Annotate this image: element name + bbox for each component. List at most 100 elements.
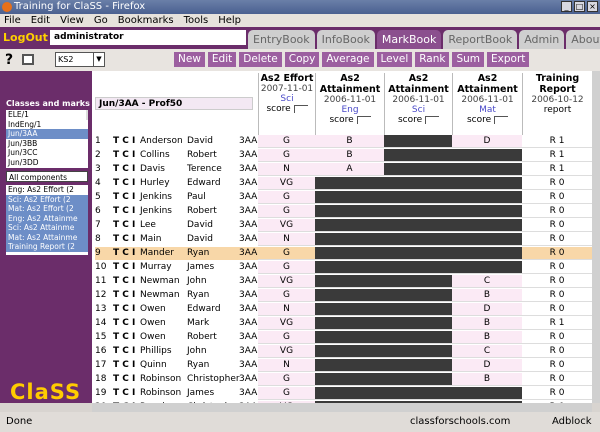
mark-cell-effort[interactable]: VG — [258, 219, 315, 232]
row-tci[interactable]: T C I — [113, 303, 135, 316]
mark-cell-sci[interactable] — [384, 163, 452, 176]
mark-cell-eng[interactable] — [315, 331, 384, 344]
mark-cell-report[interactable]: R 0 — [522, 177, 592, 190]
column-header[interactable]: As2 Attainment 2006-11-01 Eng score — [315, 73, 384, 135]
mark-cell-report[interactable]: R 0 — [522, 261, 592, 274]
row-tci[interactable]: T C I — [113, 289, 135, 302]
mark-cell-eng[interactable] — [315, 233, 384, 246]
mark-cell-eng[interactable] — [315, 191, 384, 204]
table-row[interactable]: 8 T C I Main David 3AA N R 0 — [95, 233, 592, 246]
mark-cell-effort[interactable]: N — [258, 163, 315, 176]
mark-cell-report[interactable]: R 1 — [522, 135, 592, 148]
row-tci[interactable]: T C I — [113, 219, 135, 232]
table-row[interactable]: 6 T C I Jenkins Robert 3AA G R 0 — [95, 205, 592, 218]
tab-admin[interactable]: Admin — [519, 30, 565, 49]
mark-cell-sci[interactable] — [384, 289, 452, 302]
row-surname[interactable]: Jenkins — [140, 191, 172, 204]
maximize-icon[interactable]: □ — [574, 1, 585, 12]
mark-cell-mat[interactable]: C — [452, 345, 522, 358]
row-surname[interactable]: Anderson — [140, 135, 183, 148]
mark-cell-eng[interactable]: B — [315, 149, 384, 162]
mark-cell-report[interactable]: R 0 — [522, 387, 592, 400]
help-icon[interactable]: ? — [5, 52, 13, 68]
components-select[interactable]: All components — [6, 171, 88, 182]
row-forename[interactable]: David — [187, 233, 213, 246]
mark-cell-eng[interactable] — [315, 219, 384, 232]
mark-cell-mat[interactable]: B — [452, 373, 522, 386]
mark-cell-mat[interactable]: D — [452, 359, 522, 372]
row-surname[interactable]: Jenkins — [140, 205, 172, 218]
mark-cell-sci[interactable] — [384, 219, 452, 232]
marks-list-item[interactable]: Sci: As2 Attainme — [6, 223, 88, 233]
mark-cell-eng[interactable] — [315, 289, 384, 302]
mark-cell-effort[interactable]: G — [258, 289, 315, 302]
class-list-scrollbar[interactable] — [86, 110, 88, 120]
menu-item-edit[interactable]: Edit — [31, 14, 50, 27]
export-button[interactable]: Export — [487, 52, 530, 67]
mark-cell-sci[interactable] — [384, 177, 452, 190]
class-list-item[interactable]: Jun/3BB — [6, 139, 88, 149]
row-surname[interactable]: Owen — [140, 303, 166, 316]
tab-reportbook[interactable]: ReportBook — [443, 30, 518, 49]
mark-cell-sci[interactable] — [384, 373, 452, 386]
mark-cell-mat[interactable] — [452, 219, 522, 232]
mark-cell-report[interactable]: R 0 — [522, 345, 592, 358]
row-tci[interactable]: T C I — [113, 317, 135, 330]
row-tci[interactable]: T C I — [113, 331, 135, 344]
table-row[interactable]: 17 T C I Quinn Ryan 3AA N D R 0 — [95, 359, 592, 372]
table-row[interactable]: 4 T C I Hurley Edward 3AA VG R 0 — [95, 177, 592, 190]
marks-list-item[interactable]: Sci: As2 Effort (2 — [6, 194, 88, 204]
vertical-scrollbar[interactable] — [592, 71, 600, 403]
row-tci[interactable]: T C I — [113, 387, 135, 400]
mark-cell-report[interactable]: R 0 — [522, 233, 592, 246]
class-list-item[interactable]: Jun/3AA — [6, 129, 88, 139]
adblock-label[interactable]: Adblock — [552, 412, 592, 432]
mark-cell-mat[interactable]: B — [452, 317, 522, 330]
mark-cell-eng[interactable] — [315, 387, 384, 400]
marks-list[interactable]: Eng: As2 Effort (2 Sci: As2 Effort (2 Mat:… — [6, 185, 88, 255]
mark-cell-sci[interactable] — [384, 303, 452, 316]
mark-cell-sci[interactable] — [384, 205, 452, 218]
column-header[interactable]: As2 Effort 2007-11-01 Sci score — [258, 73, 315, 135]
mark-cell-effort[interactable]: G — [258, 387, 315, 400]
mark-cell-mat[interactable]: C — [452, 275, 522, 288]
mark-cell-effort[interactable]: G — [258, 373, 315, 386]
row-forename[interactable]: James — [187, 261, 214, 274]
row-forename[interactable]: David — [187, 135, 213, 148]
table-row[interactable]: 12 T C I Newman Ryan 3AA G B R 0 — [95, 289, 592, 302]
row-tci[interactable]: T C I — [113, 233, 135, 246]
table-row[interactable]: 2 T C I Collins Robert 3AA G B R 1 — [95, 149, 592, 162]
mark-cell-eng[interactable] — [315, 205, 384, 218]
table-row[interactable]: 14 T C I Owen Mark 3AA VG B R 1 — [95, 317, 592, 330]
mark-cell-eng[interactable]: B — [315, 135, 384, 148]
row-surname[interactable]: Quinn — [140, 359, 167, 372]
mark-cell-mat[interactable] — [452, 261, 522, 274]
row-forename[interactable]: John — [187, 345, 207, 358]
table-row[interactable]: 7 T C I Lee David 3AA VG R 0 — [95, 219, 592, 232]
marks-list-item[interactable]: Eng: As2 Attainme — [6, 213, 88, 223]
rank-button[interactable]: Rank — [415, 52, 450, 67]
menu-item-view[interactable]: View — [60, 14, 84, 27]
row-surname[interactable]: Lee — [140, 219, 156, 232]
column-header[interactable]: As2 Attainment 2006-11-01 Sci score — [384, 73, 452, 135]
mark-cell-eng[interactable] — [315, 303, 384, 316]
mark-cell-effort[interactable]: G — [258, 261, 315, 274]
row-tci[interactable]: T C I — [113, 149, 135, 162]
mark-cell-mat[interactable] — [452, 177, 522, 190]
mark-cell-report[interactable]: R 0 — [522, 205, 592, 218]
tab-markbook[interactable]: MarkBook — [376, 30, 442, 49]
mark-cell-effort[interactable]: VG — [258, 177, 315, 190]
horizontal-scrollbar[interactable] — [92, 403, 592, 412]
mark-cell-sci[interactable] — [384, 261, 452, 274]
row-surname[interactable]: Main — [140, 233, 162, 246]
table-row[interactable]: 13 T C I Owen Edward 3AA N D R 0 — [95, 303, 592, 316]
mark-cell-effort[interactable]: G — [258, 331, 315, 344]
table-row[interactable]: 15 T C I Owen Robert 3AA G B R 0 — [95, 331, 592, 344]
row-tci[interactable]: T C I — [113, 191, 135, 204]
mark-cell-mat[interactable]: B — [452, 331, 522, 344]
print-icon[interactable] — [22, 54, 34, 65]
level-button[interactable]: Level — [376, 52, 413, 67]
row-forename[interactable]: Edward — [187, 177, 221, 190]
mark-cell-sci[interactable] — [384, 135, 452, 148]
row-surname[interactable]: Phillips — [140, 345, 172, 358]
